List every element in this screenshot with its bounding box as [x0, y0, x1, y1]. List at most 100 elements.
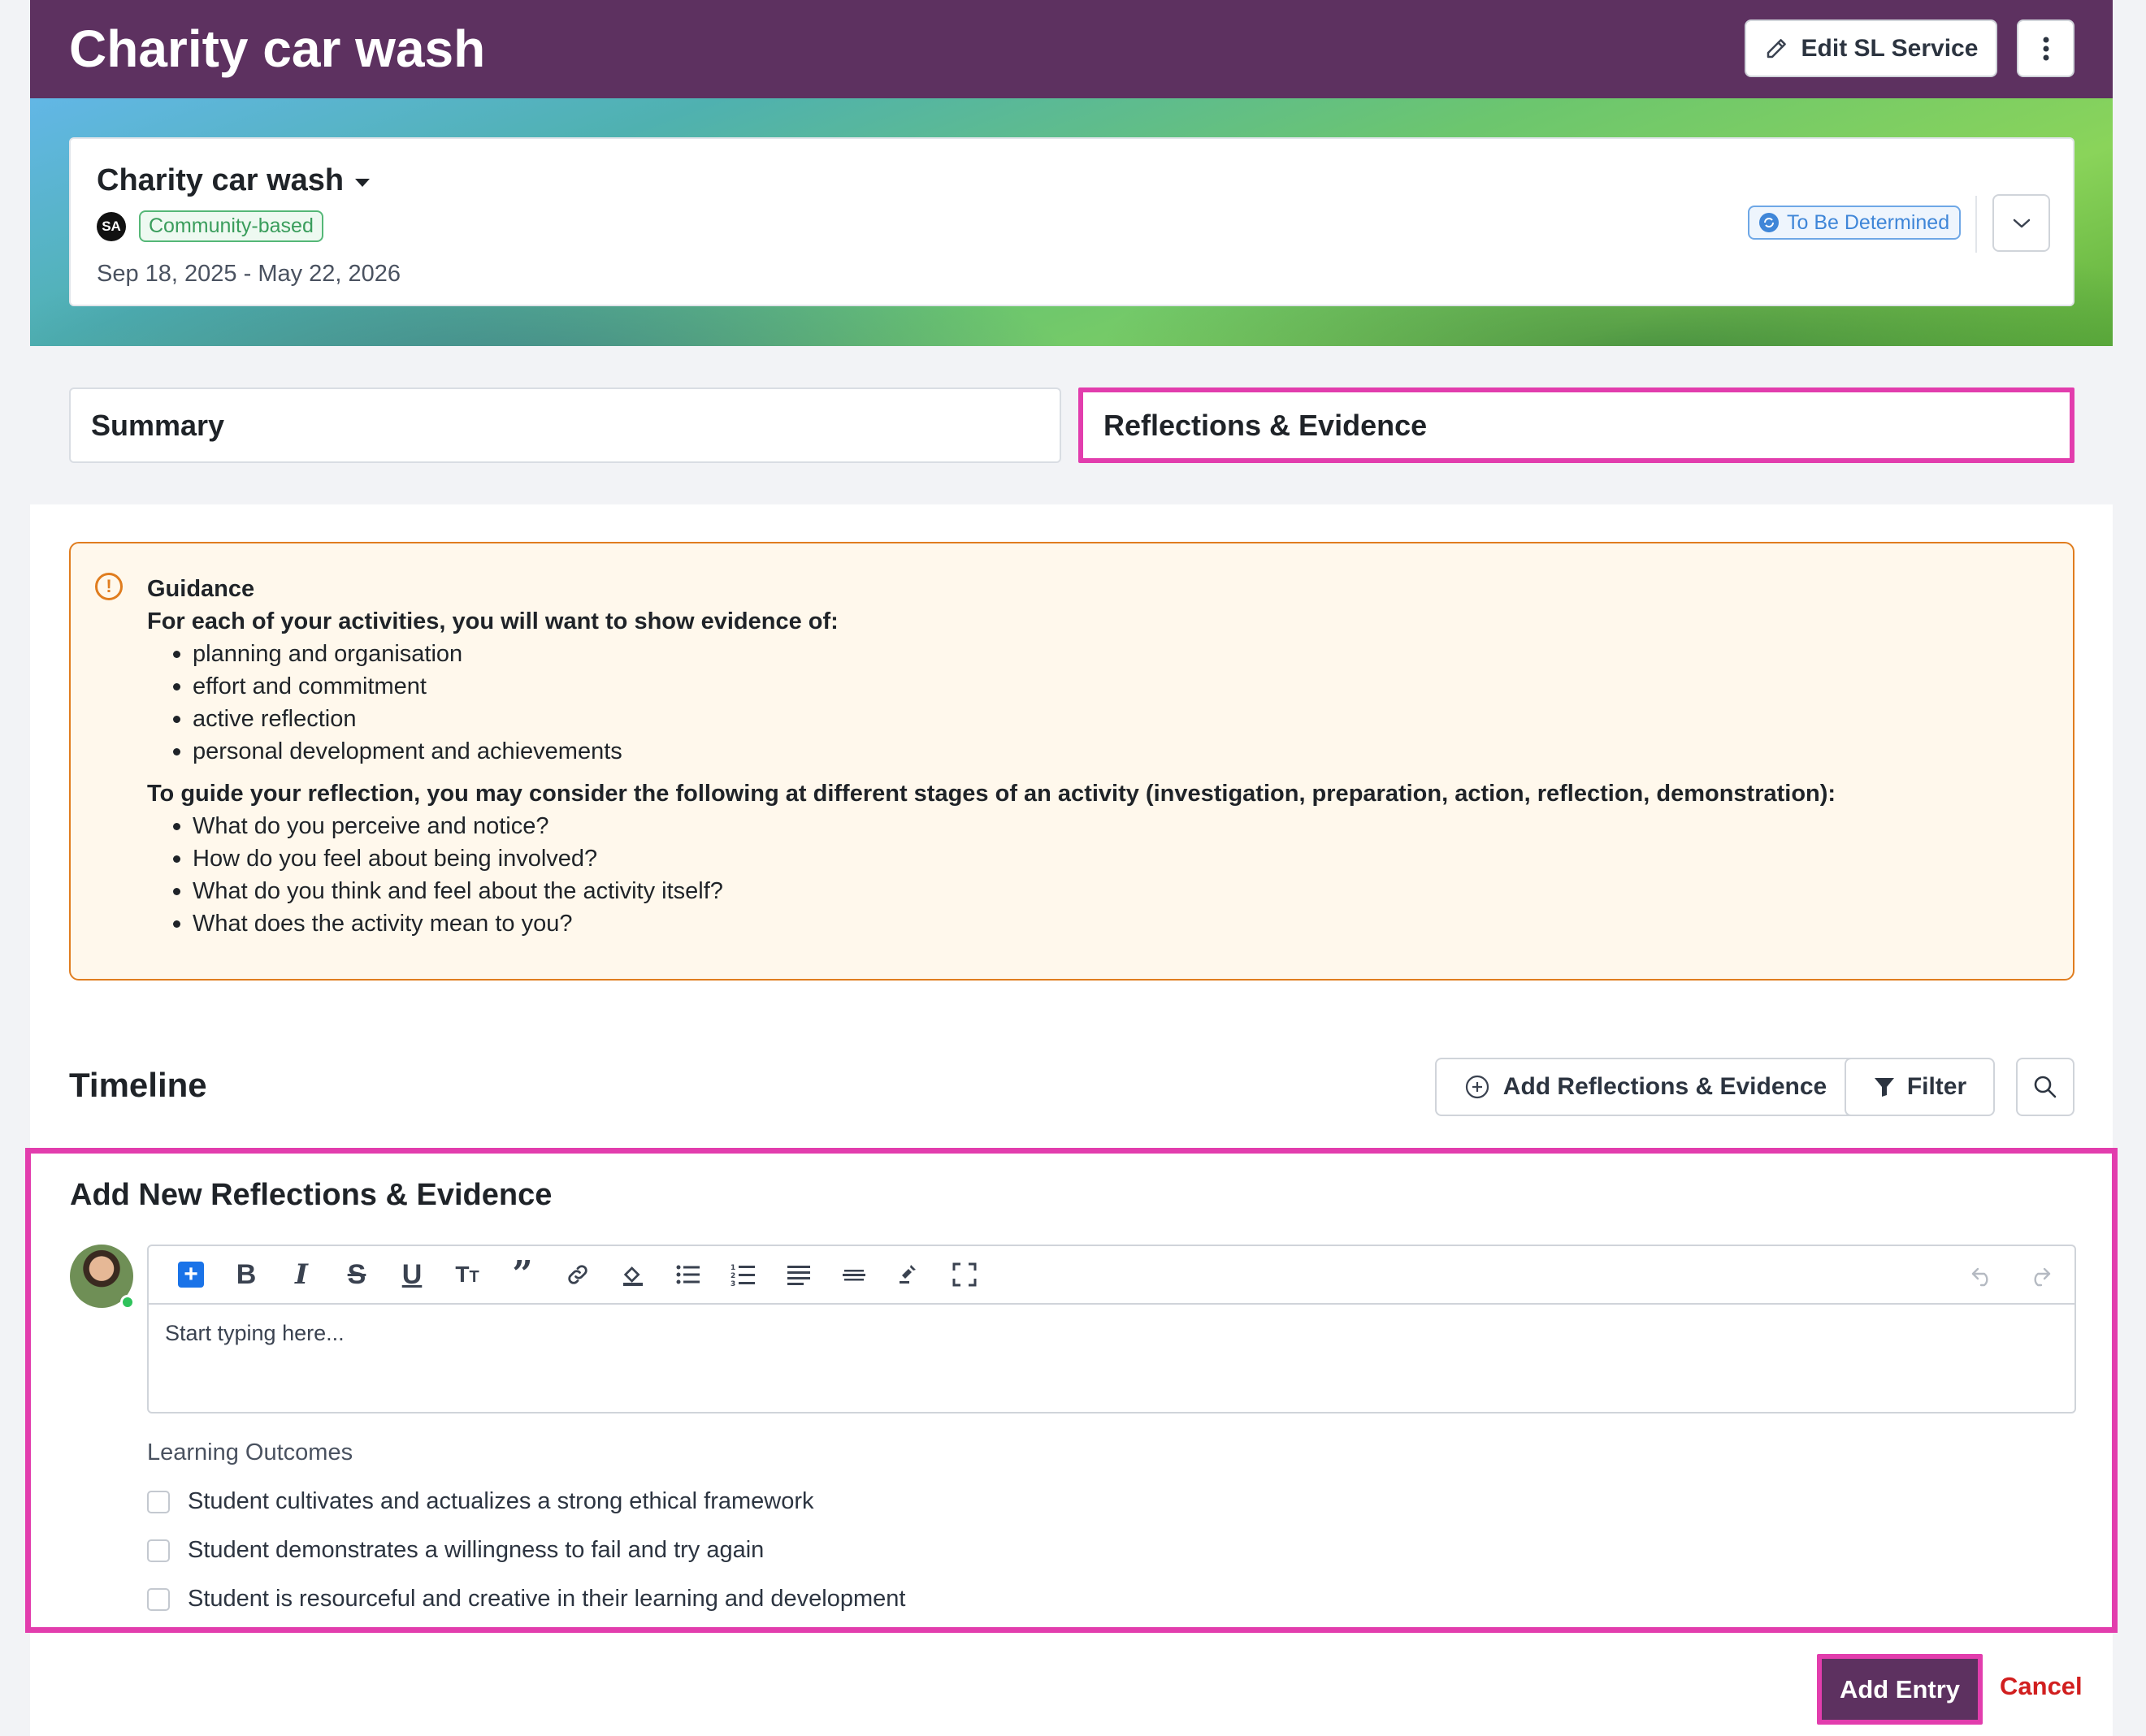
list-item: effort and commitment: [147, 670, 2048, 703]
list-item: How do you feel about being involved?: [147, 842, 2048, 875]
plus-circle-icon: [1465, 1075, 1489, 1099]
alert-circle-icon: !: [95, 573, 123, 600]
page-title: Charity car wash: [69, 19, 486, 78]
learning-outcome-item[interactable]: Student is resourceful and creative in t…: [147, 1586, 905, 1613]
outcome-label: Student is resourceful and creative in t…: [188, 1586, 906, 1612]
clear-formatting-button[interactable]: [882, 1254, 937, 1295]
quote-button[interactable]: ”: [495, 1254, 550, 1295]
guidance-intro-1: For each of your activities, you will wa…: [147, 608, 839, 634]
fullscreen-button[interactable]: [937, 1254, 992, 1295]
guidance-content: Guidance For each of your activities, yo…: [147, 573, 2048, 950]
filter-label: Filter: [1906, 1073, 1967, 1100]
edit-sl-service-button[interactable]: Edit SL Service: [1745, 19, 1997, 77]
list-item: What do you perceive and notice?: [147, 810, 2048, 842]
online-status-icon: [120, 1295, 135, 1310]
editor-toolbar: + B I S U TT ” 123: [149, 1246, 2074, 1305]
chevron-down-icon: [2013, 219, 2030, 227]
numbered-list-button[interactable]: 123: [716, 1254, 771, 1295]
list-item: personal development and achievements: [147, 735, 2048, 768]
strikethrough-icon: S: [347, 1258, 366, 1290]
add-reflections-evidence-button[interactable]: Add Reflections & Evidence: [1435, 1058, 1856, 1116]
svg-text:3: 3: [731, 1280, 735, 1287]
align-left-icon: [787, 1266, 810, 1285]
add-entry-button[interactable]: Add Entry: [1817, 1654, 1983, 1725]
link-button[interactable]: [550, 1254, 605, 1295]
outcome-checkbox[interactable]: [147, 1490, 170, 1513]
list-item: planning and organisation: [147, 638, 2048, 670]
horizontal-rule-button[interactable]: [826, 1254, 882, 1295]
learning-outcomes-label: Learning Outcomes: [147, 1439, 353, 1465]
text-size-button[interactable]: TT: [440, 1254, 495, 1295]
cancel-button[interactable]: Cancel: [2000, 1672, 2083, 1701]
list-item: active reflection: [147, 703, 2048, 735]
svg-text:2: 2: [731, 1272, 735, 1280]
rich-text-editor: + B I S U TT ” 123 Start typing here...: [147, 1245, 2076, 1413]
filter-icon: [1874, 1078, 1894, 1097]
app-window: Charity car wash Edit SL Service Charity…: [25, 0, 2118, 1736]
learning-outcome-item[interactable]: Student cultivates and actualizes a stro…: [147, 1488, 814, 1515]
service-card: Charity car wash SA Community-based Sep …: [69, 137, 2074, 306]
redo-button[interactable]: [2019, 1256, 2060, 1297]
search-button[interactable]: [2016, 1058, 2074, 1116]
insert-button[interactable]: +: [163, 1254, 219, 1295]
pencil-icon: [1767, 38, 1786, 58]
status-label: To Be Determined: [1787, 210, 1950, 234]
page-header: Charity car wash Edit SL Service: [30, 0, 2113, 98]
list-item: What do you think and feel about the act…: [147, 875, 2048, 907]
guidance-list-1: planning and organisation effort and com…: [147, 638, 2048, 768]
service-dates: Sep 18, 2025 - May 22, 2026: [97, 261, 401, 287]
undo-button[interactable]: [1962, 1256, 2003, 1297]
bullet-list-icon: [676, 1265, 700, 1284]
outcome-label: Student cultivates and actualizes a stro…: [188, 1488, 814, 1514]
strikethrough-button[interactable]: S: [329, 1254, 384, 1295]
learning-outcome-item[interactable]: Student demonstrates a willingness to fa…: [147, 1537, 764, 1564]
bullet-list-button[interactable]: [661, 1254, 716, 1295]
outcome-checkbox[interactable]: [147, 1539, 170, 1562]
guidance-intro-2: To guide your reflection, you may consid…: [147, 781, 1836, 807]
tab-bar: Summary Reflections & Evidence: [30, 346, 2113, 504]
user-avatar: [70, 1245, 135, 1310]
caret-down-icon: [355, 178, 371, 187]
plus-icon: +: [178, 1262, 204, 1288]
align-button[interactable]: [771, 1254, 826, 1295]
expand-card-button[interactable]: [1992, 194, 2050, 252]
avatar: SA: [97, 211, 126, 241]
guidance-title: Guidance: [147, 576, 255, 602]
underline-icon: U: [401, 1258, 423, 1290]
service-banner: Charity car wash SA Community-based Sep …: [30, 98, 2113, 346]
filter-button[interactable]: Filter: [1845, 1058, 1995, 1116]
svg-text:1: 1: [731, 1264, 735, 1272]
italic-button[interactable]: I: [274, 1254, 329, 1295]
horizontal-rule-icon: [843, 1270, 865, 1281]
guidance-box: ! Guidance For each of your activities, …: [69, 542, 2074, 981]
clear-formatting-icon: [900, 1265, 916, 1284]
search-icon: [2034, 1076, 2057, 1098]
divider: [1975, 196, 1977, 253]
paint-bucket-icon: [623, 1266, 643, 1286]
tab-summary[interactable]: Summary: [69, 387, 1061, 463]
outcome-checkbox[interactable]: [147, 1587, 170, 1611]
service-selector[interactable]: Charity car wash: [97, 163, 371, 198]
edit-sl-service-label: Edit SL Service: [1801, 34, 1979, 62]
refresh-icon: [1759, 213, 1779, 232]
add-reflections-label: Add Reflections & Evidence: [1502, 1073, 1827, 1100]
link-icon: [568, 1265, 587, 1284]
list-item: What does the activity mean to you?: [147, 907, 2048, 940]
bold-icon: B: [236, 1258, 257, 1290]
more-options-button[interactable]: [2017, 19, 2074, 77]
outcome-label: Student demonstrates a willingness to fa…: [188, 1537, 765, 1563]
bold-button[interactable]: B: [219, 1254, 274, 1295]
redo-icon: [2034, 1267, 2051, 1287]
highlight-button[interactable]: [605, 1254, 661, 1295]
status-badge: To Be Determined: [1748, 206, 1962, 240]
fullscreen-icon: [952, 1262, 977, 1287]
italic-icon: I: [295, 1258, 308, 1291]
new-entry-panel: Add New Reflections & Evidence + B I S U…: [25, 1148, 2118, 1633]
service-title: Charity car wash: [97, 163, 345, 197]
new-entry-title: Add New Reflections & Evidence: [70, 1178, 553, 1212]
underline-button[interactable]: U: [384, 1254, 440, 1295]
category-tag: Community-based: [139, 210, 323, 242]
editor-input[interactable]: Start typing here...: [165, 1321, 345, 1346]
numbered-list-icon: 123: [731, 1264, 755, 1287]
tab-reflections-evidence[interactable]: Reflections & Evidence: [1078, 387, 2074, 463]
